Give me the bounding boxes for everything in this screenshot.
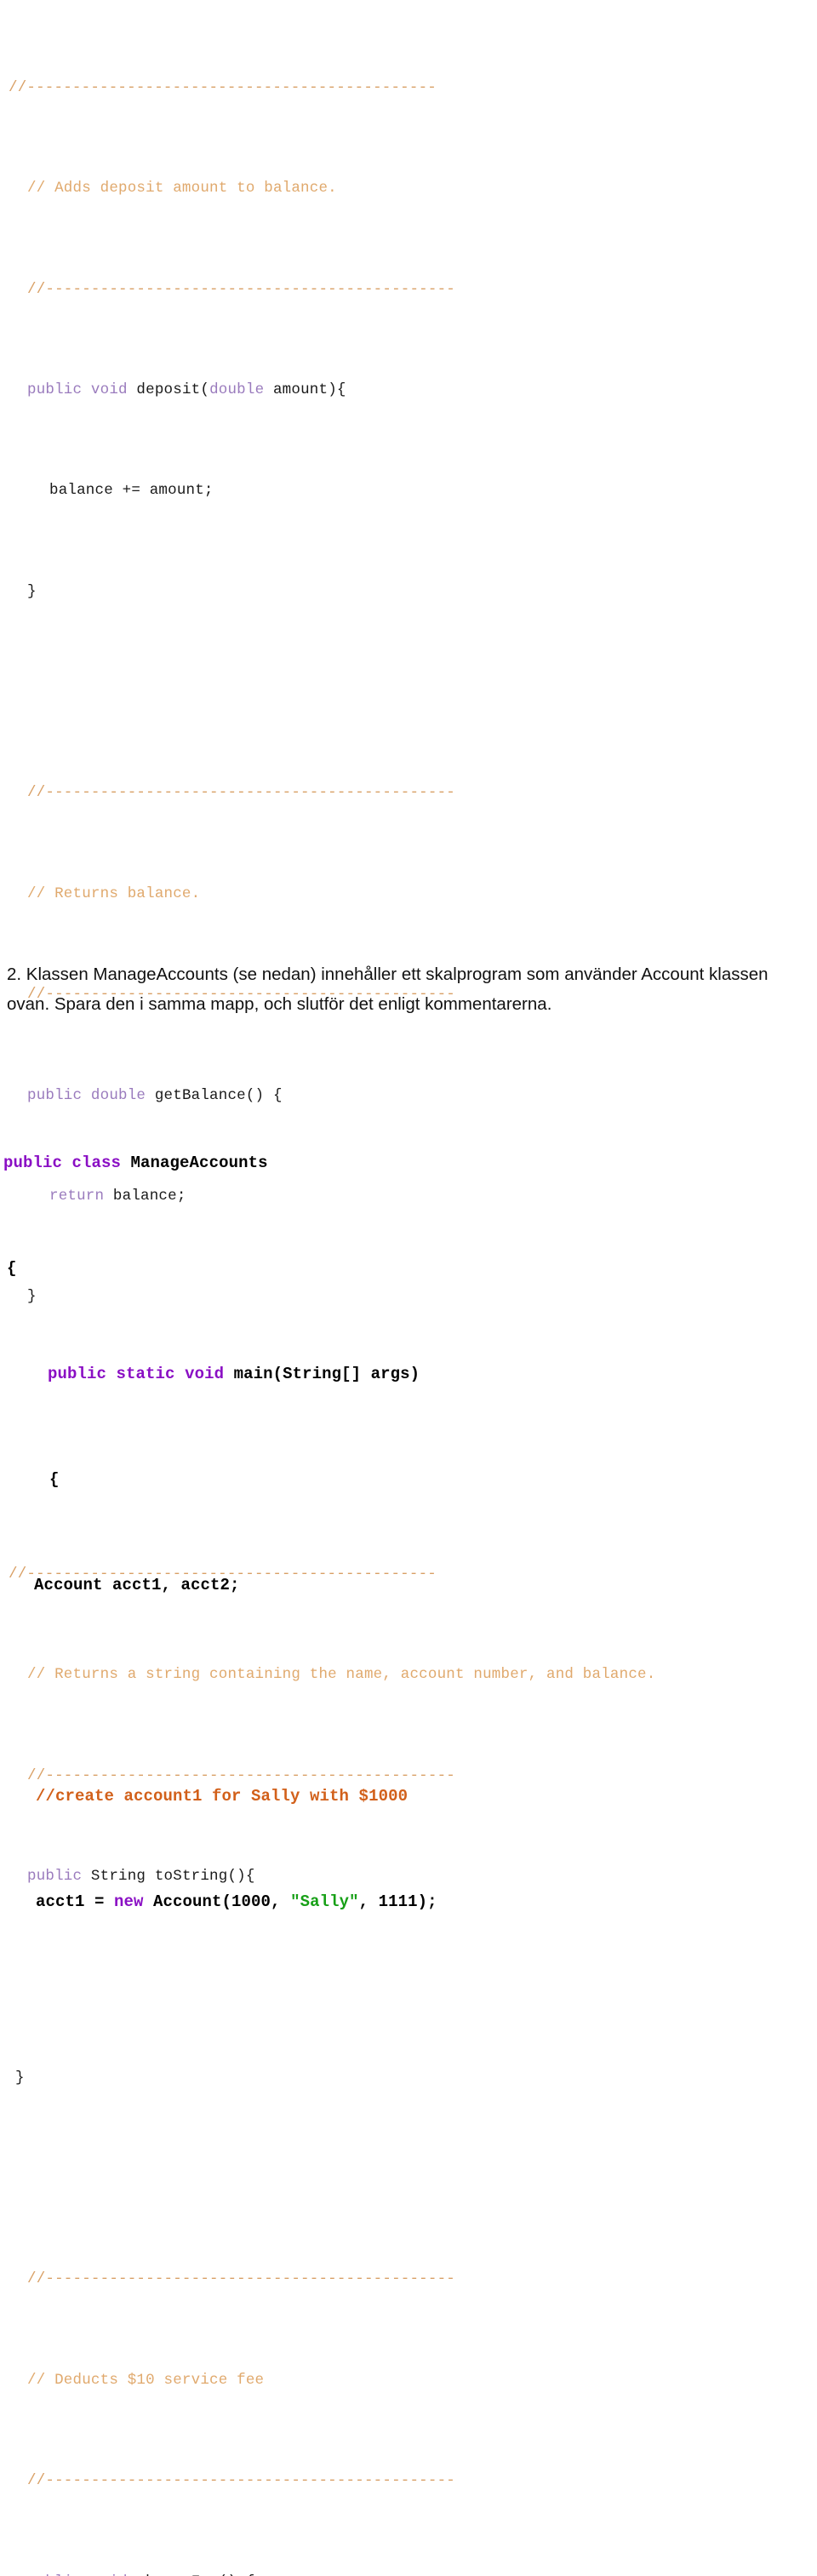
brace-text: } xyxy=(15,2069,25,2087)
code-line-account-declaration: Account acct1, acct2; xyxy=(0,1572,817,1599)
keyword-public: public xyxy=(27,381,83,398)
comment-text: // Deducts $10 service fee xyxy=(27,2371,265,2389)
separator-text: //--------------------------------------… xyxy=(9,78,437,96)
string-literal-sally: "Sally" xyxy=(290,1892,359,1911)
param-amount: amount){ xyxy=(264,381,346,398)
method-name-chargefee: chargeFee() { xyxy=(128,2573,255,2576)
code-line-comment: // Deducts $10 service fee xyxy=(0,2368,817,2394)
code-line-separator: //--------------------------------------… xyxy=(0,278,817,303)
method-name-main: main(String[] args) xyxy=(224,1365,420,1383)
code-line-separator: //--------------------------------------… xyxy=(0,781,817,806)
keyword-void: void xyxy=(91,2573,128,2576)
code-line-class-declaration: public class ManageAccounts xyxy=(0,1150,817,1176)
code-line-main-signature: public static void main(String[] args) xyxy=(0,1361,817,1388)
manageaccounts-code-block: public class ManageAccounts { public sta… xyxy=(0,1071,817,1968)
code-line-close-brace: } xyxy=(0,580,817,605)
code-line-class-open-brace: { xyxy=(0,1256,817,1282)
keyword-class: class xyxy=(71,1153,122,1172)
code-line-create-account-comment: //create account1 for Sally with $1000 xyxy=(0,1783,817,1810)
code-line-close-brace: } xyxy=(0,2066,817,2092)
code-line-main-open-brace: { xyxy=(0,1467,817,1493)
separator-text: //--------------------------------------… xyxy=(27,2472,455,2490)
statement-text: Account acct1, acct2; xyxy=(34,1576,240,1594)
code-line-acct1-assignment: acct1 = new Account(1000, "Sally", 1111)… xyxy=(0,1889,817,1915)
code-line-separator: //--------------------------------------… xyxy=(0,76,817,101)
keyword-public: public xyxy=(27,2573,82,2576)
code-line-separator: //--------------------------------------… xyxy=(0,2267,817,2293)
keyword-public: public xyxy=(3,1153,63,1172)
brace-text: } xyxy=(27,582,37,600)
code-line-deposit-signature: public void deposit(double amount){ xyxy=(0,378,817,404)
keyword-public: public xyxy=(48,1365,107,1383)
variable-acct1: acct1 = xyxy=(36,1892,115,1911)
brace-text: { xyxy=(7,1259,17,1278)
separator-text: //--------------------------------------… xyxy=(27,280,455,298)
comment-text: // Adds deposit amount to balance. xyxy=(27,180,337,197)
keyword-void: void xyxy=(90,381,128,398)
keyword-double: double xyxy=(209,381,265,398)
statement-text: balance += amount; xyxy=(49,482,214,500)
comment-text: //create account1 for Sally with $1000 xyxy=(36,1787,408,1806)
code-line-comment: // Adds deposit amount to balance. xyxy=(0,176,817,202)
separator-text: //--------------------------------------… xyxy=(27,2270,455,2288)
exercise-instruction-paragraph: 2. Klassen ManageAccounts (se nedan) inn… xyxy=(7,964,768,1014)
code-line-balance-assign: balance += amount; xyxy=(0,478,817,504)
constructor-args-suffix: , 1111); xyxy=(358,1892,437,1911)
code-line-comment: // Returns balance. xyxy=(0,882,817,907)
keyword-static: static xyxy=(116,1365,175,1383)
separator-text: //--------------------------------------… xyxy=(27,784,455,802)
code-line-separator: //--------------------------------------… xyxy=(0,2469,817,2494)
class-name-manageaccounts: ManageAccounts xyxy=(121,1153,268,1172)
keyword-new: new xyxy=(114,1892,144,1911)
constructor-args-prefix: Account(1000, xyxy=(143,1892,291,1911)
code-line-chargefee-signature: public void chargeFee() { xyxy=(0,2570,817,2576)
keyword-void: void xyxy=(185,1365,225,1383)
brace-text: { xyxy=(49,1470,60,1489)
method-name-deposit: deposit( xyxy=(127,381,210,398)
comment-text: // Returns balance. xyxy=(27,884,201,902)
